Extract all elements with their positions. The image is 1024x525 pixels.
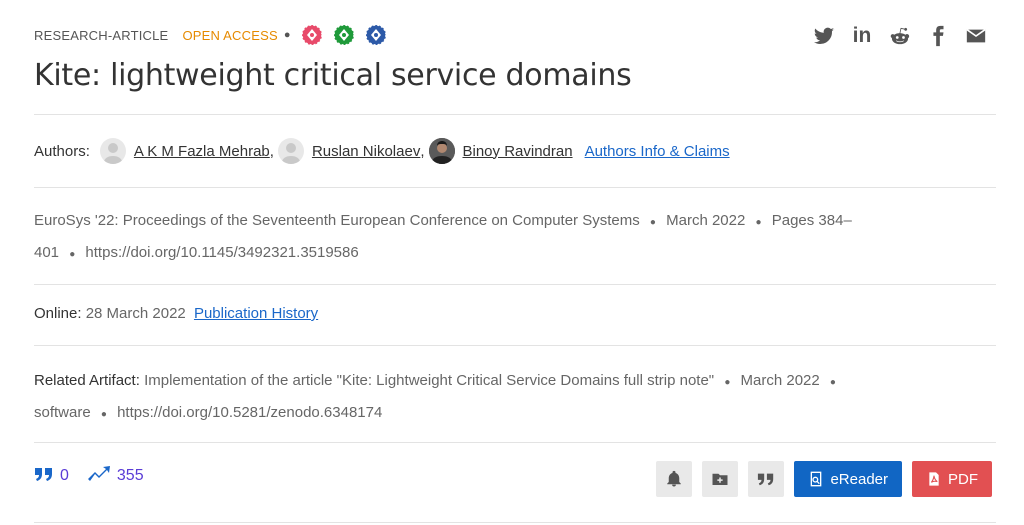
reddit-icon[interactable] — [888, 24, 912, 48]
alert-button[interactable] — [656, 461, 693, 497]
linkedin-icon[interactable]: in — [850, 24, 874, 48]
separator-dot: ● — [649, 217, 656, 228]
quote-icon — [34, 464, 54, 487]
divider — [34, 522, 996, 523]
online-date: 28 March 2022 — [85, 305, 186, 322]
separator-dot: ● — [829, 377, 836, 388]
divider — [34, 345, 996, 346]
add-to-binder-button[interactable] — [702, 461, 739, 497]
authors-row: Authors: A K M Fazla Mehrab, Ruslan Niko… — [34, 138, 730, 164]
separator-dot: ● — [755, 217, 762, 228]
artifact-label: Related Artifact: — [34, 372, 140, 389]
email-icon[interactable] — [964, 24, 988, 48]
author-name[interactable]: Ruslan Nikolaev — [312, 143, 420, 160]
divider — [34, 114, 996, 115]
open-access-label: OPEN ACCESS — [182, 27, 278, 43]
artifact-description[interactable]: Implementation of the article "Kite: Lig… — [144, 372, 714, 389]
quote-icon — [758, 473, 774, 486]
artifact-badge-blue-icon[interactable] — [364, 24, 387, 46]
avatar — [428, 138, 455, 164]
ereader-label: eReader — [830, 470, 888, 488]
pdf-label: PDF — [948, 470, 978, 488]
divider — [34, 284, 996, 285]
page-title: Kite: lightweight critical service domai… — [34, 58, 632, 93]
venue-text[interactable]: EuroSys '22: Proceedings of the Seventee… — [34, 212, 640, 229]
authors-info-link[interactable]: Authors Info & Claims — [585, 143, 730, 160]
avatar — [99, 138, 126, 164]
author-item[interactable]: Binoy Ravindran — [428, 138, 573, 164]
twitter-icon[interactable] — [812, 24, 836, 48]
trending-up-icon — [87, 464, 111, 487]
author-name[interactable]: Binoy Ravindran — [463, 143, 573, 160]
pdf-icon — [929, 472, 939, 486]
top-bar: RESEARCH-ARTICLE OPEN ACCESS ● in — [34, 24, 996, 50]
folder-plus-icon — [712, 473, 728, 485]
separator-dot: ● — [283, 29, 291, 41]
artifact-doi-link[interactable]: https://doi.org/10.5281/zenodo.6348174 — [117, 404, 382, 421]
ereader-button[interactable]: eReader — [794, 461, 902, 497]
download-count[interactable]: 355 — [117, 467, 144, 485]
issue-date: March 2022 — [666, 212, 746, 229]
separator-dot: ● — [100, 409, 107, 420]
authors-label: Authors: — [34, 142, 90, 160]
related-artifact: Related Artifact: Implementation of the … — [34, 366, 964, 430]
separator-dot: ● — [69, 249, 76, 260]
cite-button[interactable] — [748, 461, 785, 497]
divider — [34, 442, 996, 443]
facebook-icon[interactable] — [926, 24, 950, 48]
author-name[interactable]: A K M Fazla Mehrab — [134, 143, 270, 160]
metrics-row: 0 355 — [34, 464, 156, 487]
artifact-badge-red-icon[interactable] — [300, 24, 323, 46]
online-row: Online: 28 March 2022 Publication Histor… — [34, 305, 318, 322]
divider — [34, 187, 996, 188]
author-separator: , — [420, 142, 425, 160]
ereader-icon — [811, 471, 822, 487]
citation-count[interactable]: 0 — [60, 467, 69, 485]
author-item[interactable]: Ruslan Nikolaev, — [277, 138, 425, 164]
separator-dot: ● — [724, 377, 731, 388]
publication-info: EuroSys '22: Proceedings of the Seventee… — [34, 206, 934, 270]
publication-history-link[interactable]: Publication History — [194, 305, 318, 322]
action-bar: eReader PDF — [656, 461, 992, 497]
artifact-date: March 2022 — [740, 372, 820, 389]
artifact-kind: software — [34, 404, 91, 421]
share-bar: in — [812, 24, 988, 48]
artifact-badge-green-icon[interactable] — [332, 24, 355, 46]
pages-text-cont: 401 — [34, 244, 60, 261]
article-type-label: RESEARCH-ARTICLE — [34, 27, 169, 43]
author-item[interactable]: A K M Fazla Mehrab, — [99, 138, 274, 164]
online-label: Online: — [34, 305, 82, 322]
bell-icon — [667, 470, 682, 487]
pages-text: Pages 384– — [771, 212, 852, 229]
doi-link[interactable]: https://doi.org/10.1145/3492321.3519586 — [85, 244, 358, 261]
author-separator: , — [269, 142, 274, 160]
pdf-button[interactable]: PDF — [912, 461, 992, 497]
avatar — [277, 138, 304, 164]
